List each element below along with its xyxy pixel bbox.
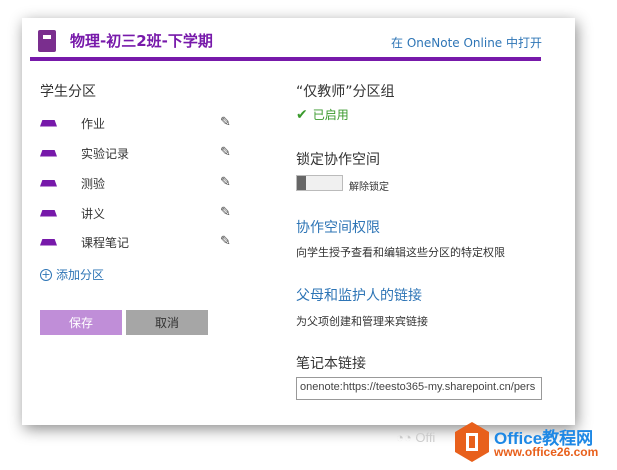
notebook-settings-card: 物理-初三2班-下学期 在 OneNote Online 中打开 学生分区 作业… [22, 18, 575, 425]
section-item: 课程笔记 ✎ [40, 232, 240, 252]
add-section-label: 添加分区 [56, 268, 105, 282]
open-in-onenote-online-link[interactable]: 在 OneNote Online 中打开 [391, 34, 542, 51]
toggle-knob [297, 176, 306, 190]
section-label: 讲义 [81, 206, 106, 221]
section-icon [40, 149, 57, 157]
section-label: 作业 [81, 116, 106, 131]
cancel-button[interactable]: 取消 [126, 310, 208, 335]
watermark-text: Offi [415, 430, 436, 445]
section-icon [40, 209, 57, 217]
student-sections-heading: 学生分区 [40, 84, 96, 100]
pencil-icon[interactable]: ✎ [220, 234, 231, 249]
section-item: 讲义 ✎ [40, 203, 240, 223]
notebook-link-field[interactable]: onenote:https://teesto365-my.sharepoint.… [296, 377, 542, 400]
workspace-permissions-link[interactable]: 协作空间权限 [296, 217, 380, 237]
section-label: 实验记录 [81, 146, 130, 161]
section-item: 作业 ✎ [40, 113, 240, 133]
notebook-icon [38, 30, 56, 52]
lock-workspace-heading: 锁定协作空间 [296, 152, 380, 168]
pencil-icon[interactable]: ✎ [220, 205, 231, 220]
section-icon [40, 119, 57, 127]
parents-description: 为父项创建和管理来宾链接 [296, 315, 428, 328]
checkmark-icon: ✔ [296, 106, 308, 123]
section-label: 测验 [81, 176, 106, 191]
enabled-status: ✔ 已启用 [296, 106, 349, 123]
watermark-wechat: ◔◔ Offi [396, 430, 435, 445]
plus-circle-icon: + [40, 267, 52, 281]
section-item: 测验 ✎ [40, 173, 240, 193]
section-icon [40, 238, 57, 246]
office-logo-icon [455, 422, 489, 462]
section-icon [40, 179, 57, 187]
wechat-icon: ◔◔ [396, 430, 416, 445]
section-item: 实验记录 ✎ [40, 143, 240, 163]
notebook-link-heading: 笔记本链接 [296, 356, 366, 372]
lock-toggle[interactable] [296, 175, 343, 191]
section-label: 课程笔记 [81, 235, 130, 250]
permissions-description: 向学生授予查看和编辑这些分区的特定权限 [296, 246, 505, 259]
pencil-icon[interactable]: ✎ [220, 175, 231, 190]
teacher-only-heading: “仅教师”分区组 [296, 84, 395, 100]
pencil-icon[interactable]: ✎ [220, 145, 231, 160]
toggle-label: 解除锁定 [349, 182, 389, 193]
header-divider [30, 57, 541, 61]
status-text: 已启用 [312, 108, 349, 122]
notebook-title: 物理-初三2班-下学期 [70, 32, 213, 50]
parent-guardian-link[interactable]: 父母和监护人的链接 [296, 285, 422, 305]
watermark-url: www.office26.com [494, 445, 599, 459]
save-button[interactable]: 保存 [40, 310, 122, 335]
pencil-icon[interactable]: ✎ [220, 115, 231, 130]
add-section-button[interactable]: + 添加分区 [40, 266, 104, 283]
